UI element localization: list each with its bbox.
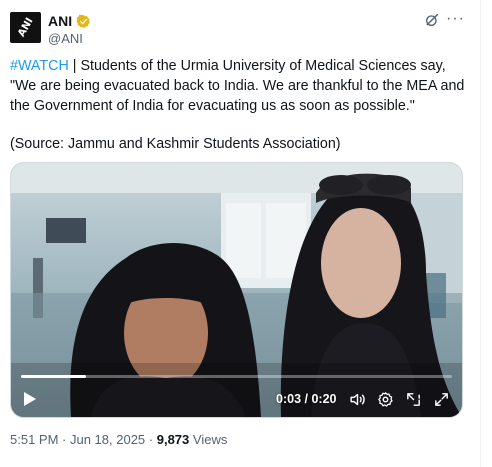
fullscreen-icon[interactable] xyxy=(433,391,450,408)
video-duration: 0:20 xyxy=(311,392,337,406)
view-count: 9,873 xyxy=(156,432,190,447)
volume-icon[interactable] xyxy=(349,391,366,408)
tweet-source: (Source: Jammu and Kashmir Students Asso… xyxy=(10,136,341,152)
author-row: ANI xyxy=(48,13,91,29)
meta-separator: · xyxy=(58,432,70,447)
tweet-time[interactable]: 5:51 PM xyxy=(10,432,58,447)
video-time: 0:03 / 0:20 xyxy=(276,392,336,406)
author-handle[interactable]: @ANI xyxy=(48,31,83,46)
tweet-date[interactable]: Jun 18, 2025 xyxy=(70,432,145,447)
video-player[interactable]: 0:03 / 0:20 xyxy=(10,162,463,418)
tweet-text: #WATCH | Students of the Urmia Universit… xyxy=(10,56,472,116)
tweet-body: | Students of the Urmia University of Me… xyxy=(10,58,465,114)
play-icon[interactable] xyxy=(23,391,37,407)
picture-in-picture-icon[interactable] xyxy=(405,391,422,408)
grok-icon[interactable] xyxy=(424,12,440,28)
avatar[interactable]: ANI xyxy=(10,12,41,43)
hashtag-link[interactable]: #WATCH xyxy=(10,58,69,74)
tweet-card: ANI ANI @ANI ··· #WATCH | Students of th… xyxy=(0,0,481,467)
meta-separator: · xyxy=(145,432,157,447)
time-separator: / xyxy=(301,392,312,406)
avatar-logo-text: ANI xyxy=(15,16,36,39)
video-progress-fill xyxy=(21,375,86,378)
video-progress-bar[interactable] xyxy=(21,375,452,378)
tweet-meta: 5:51 PM · Jun 18, 2025 · 9,873 Views xyxy=(10,432,227,447)
author-name[interactable]: ANI xyxy=(48,13,72,29)
verified-badge-icon xyxy=(76,14,91,28)
settings-gear-icon[interactable] xyxy=(377,391,394,408)
views-label: Views xyxy=(189,432,228,447)
video-current-time: 0:03 xyxy=(276,392,302,406)
video-frame xyxy=(11,163,462,417)
more-options-icon[interactable]: ··· xyxy=(446,10,465,28)
